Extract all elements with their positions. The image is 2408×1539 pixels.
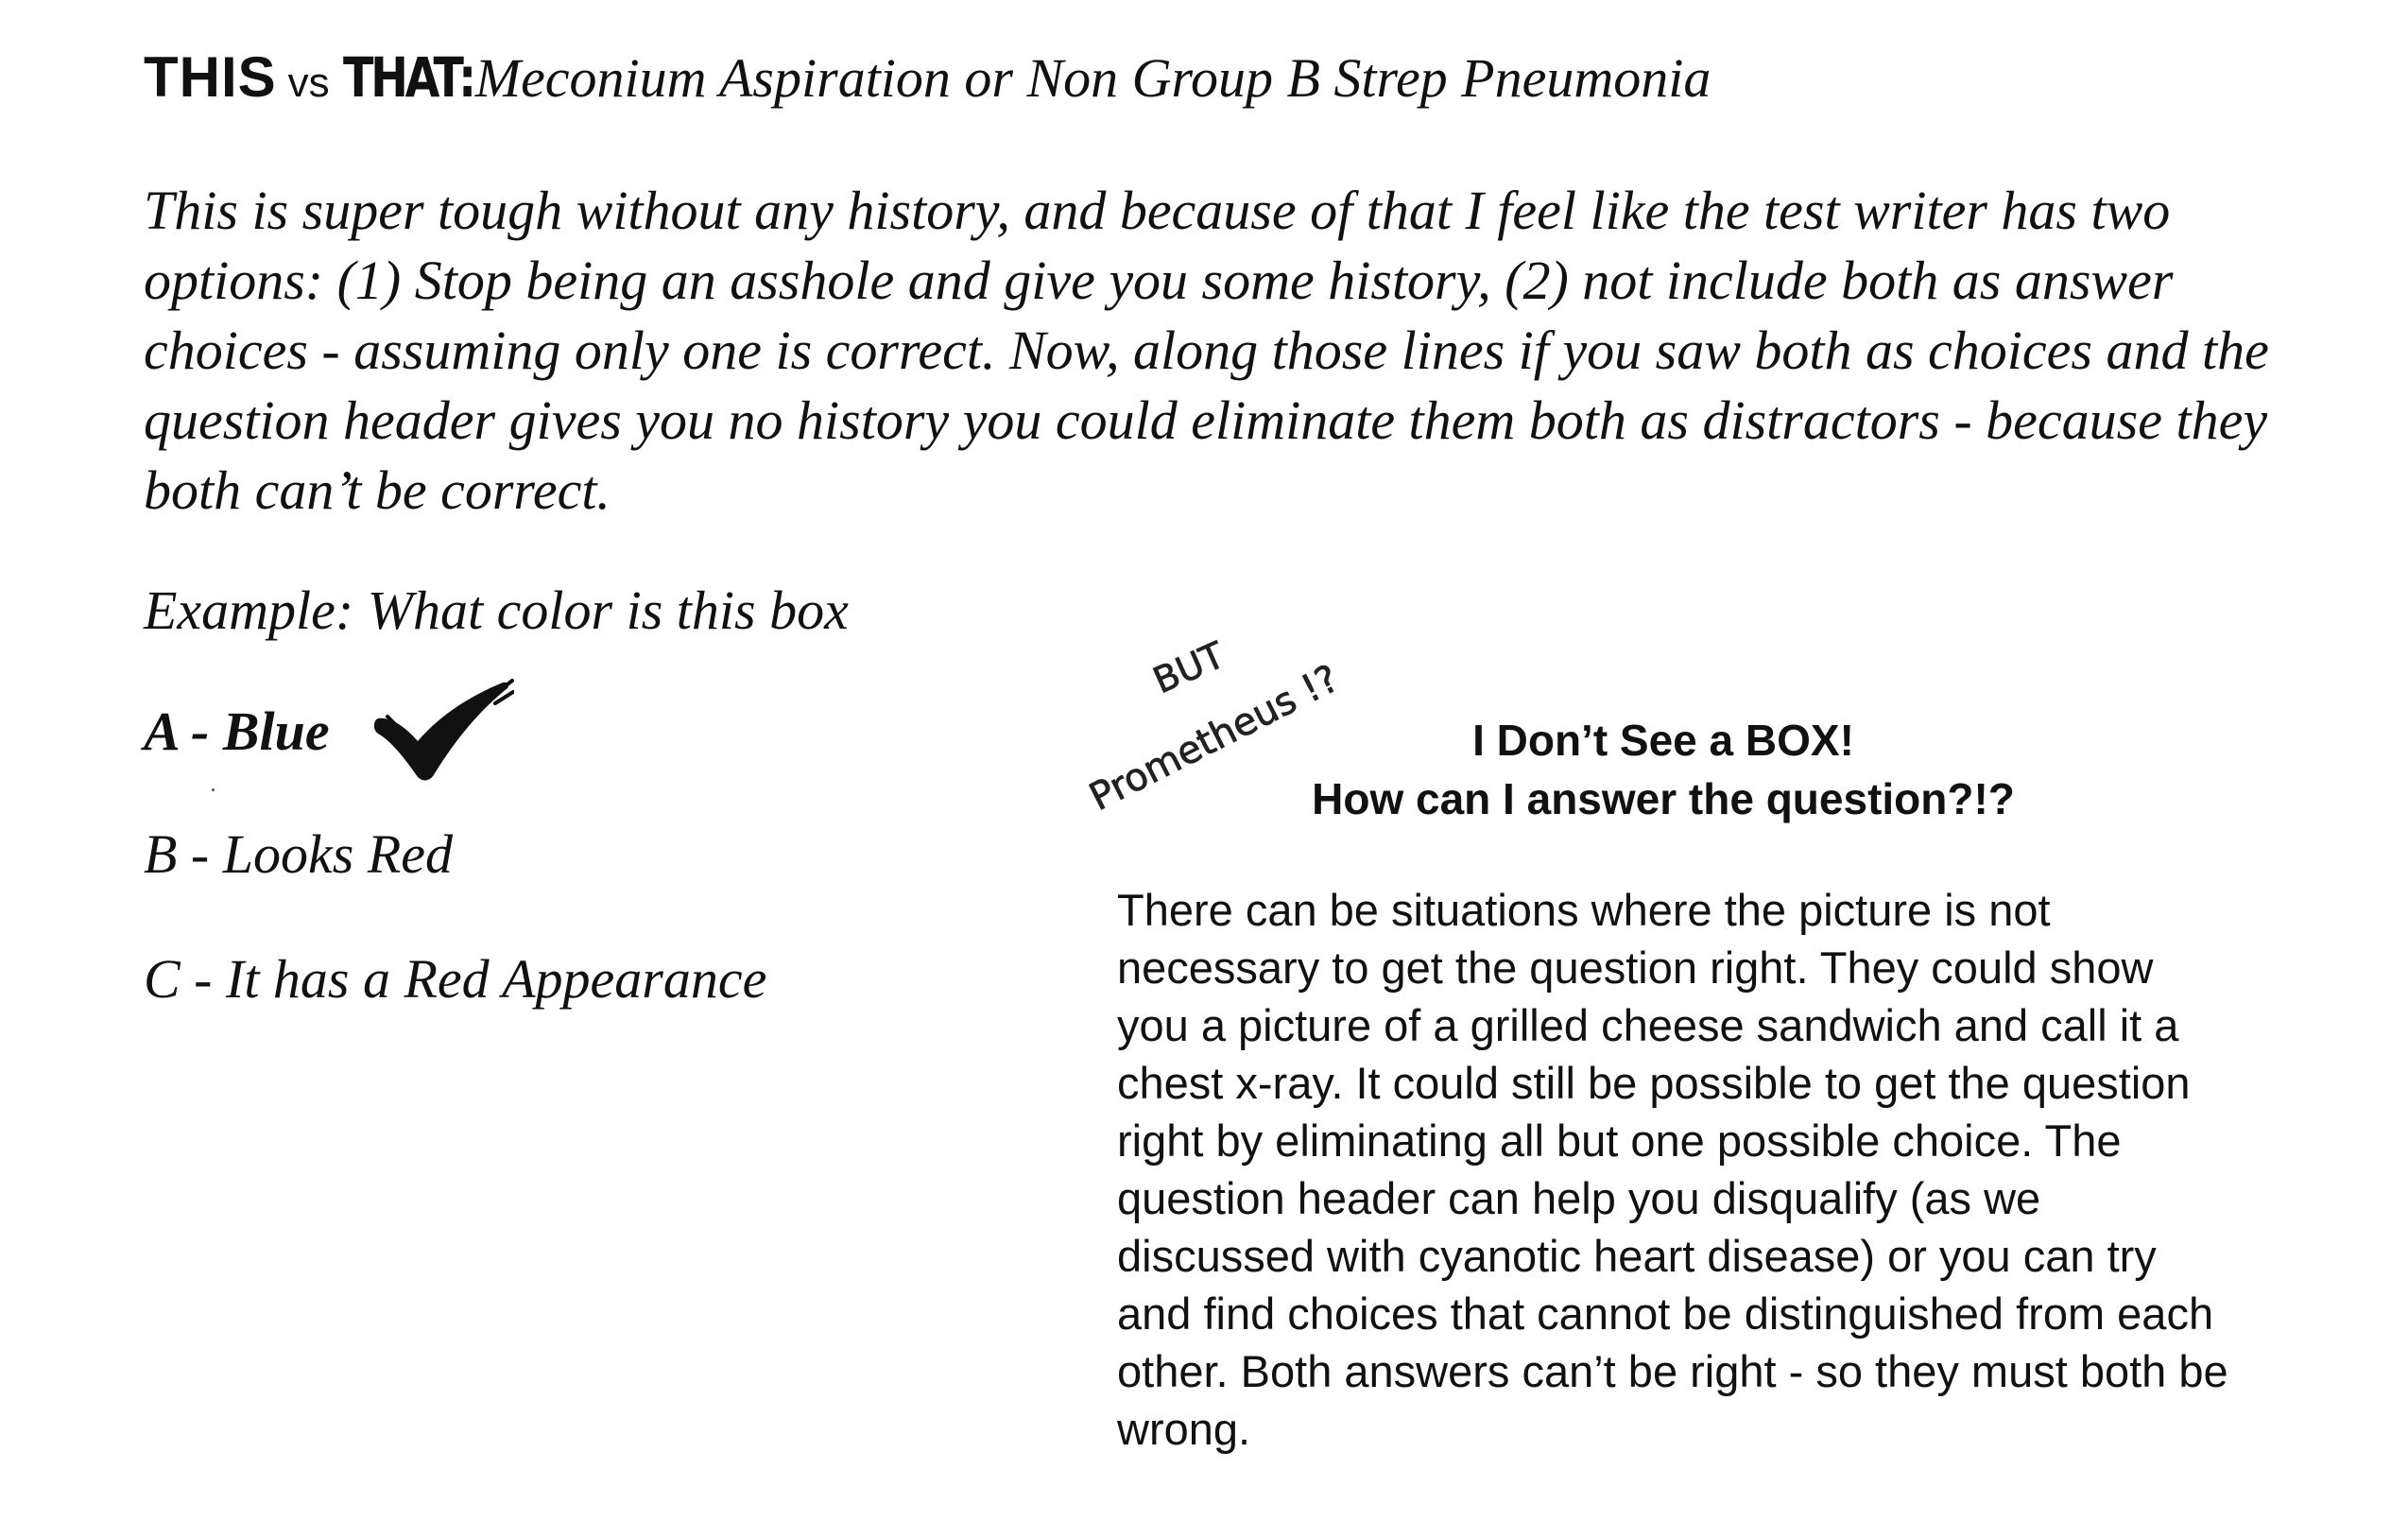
- box-heading: I Don’t See a BOX! How can I answer the …: [1115, 711, 2211, 828]
- intro-paragraph: This is super tough without any history,…: [144, 180, 2269, 521]
- box-explanation: There can be situations where the pictur…: [1117, 885, 2228, 1454]
- box-heading-line-2: How can I answer the question?!?: [1312, 774, 2015, 823]
- choice-a: A - Blue: [144, 700, 330, 762]
- choice-c: C - It has a Red Appearance: [144, 948, 767, 1010]
- title-that: THAT:: [342, 45, 476, 110]
- checkmark-icon: [374, 679, 514, 781]
- handwritten-line-1: BUT: [1147, 633, 1231, 701]
- example-question: Example: What color is this box: [144, 579, 849, 641]
- box-heading-line-1: I Don’t See a BOX!: [1472, 716, 1854, 765]
- stray-mark: [212, 788, 215, 791]
- title-vs: vs: [287, 60, 330, 106]
- page-title: THIS vs THAT:Meconium Aspiration or Non Gr…: [144, 49, 1711, 106]
- title-subtitle: Meconium Aspiration or Non Group B Strep…: [474, 47, 1711, 109]
- choice-b: B - Looks Red: [144, 823, 453, 885]
- title-this: THIS: [144, 45, 277, 109]
